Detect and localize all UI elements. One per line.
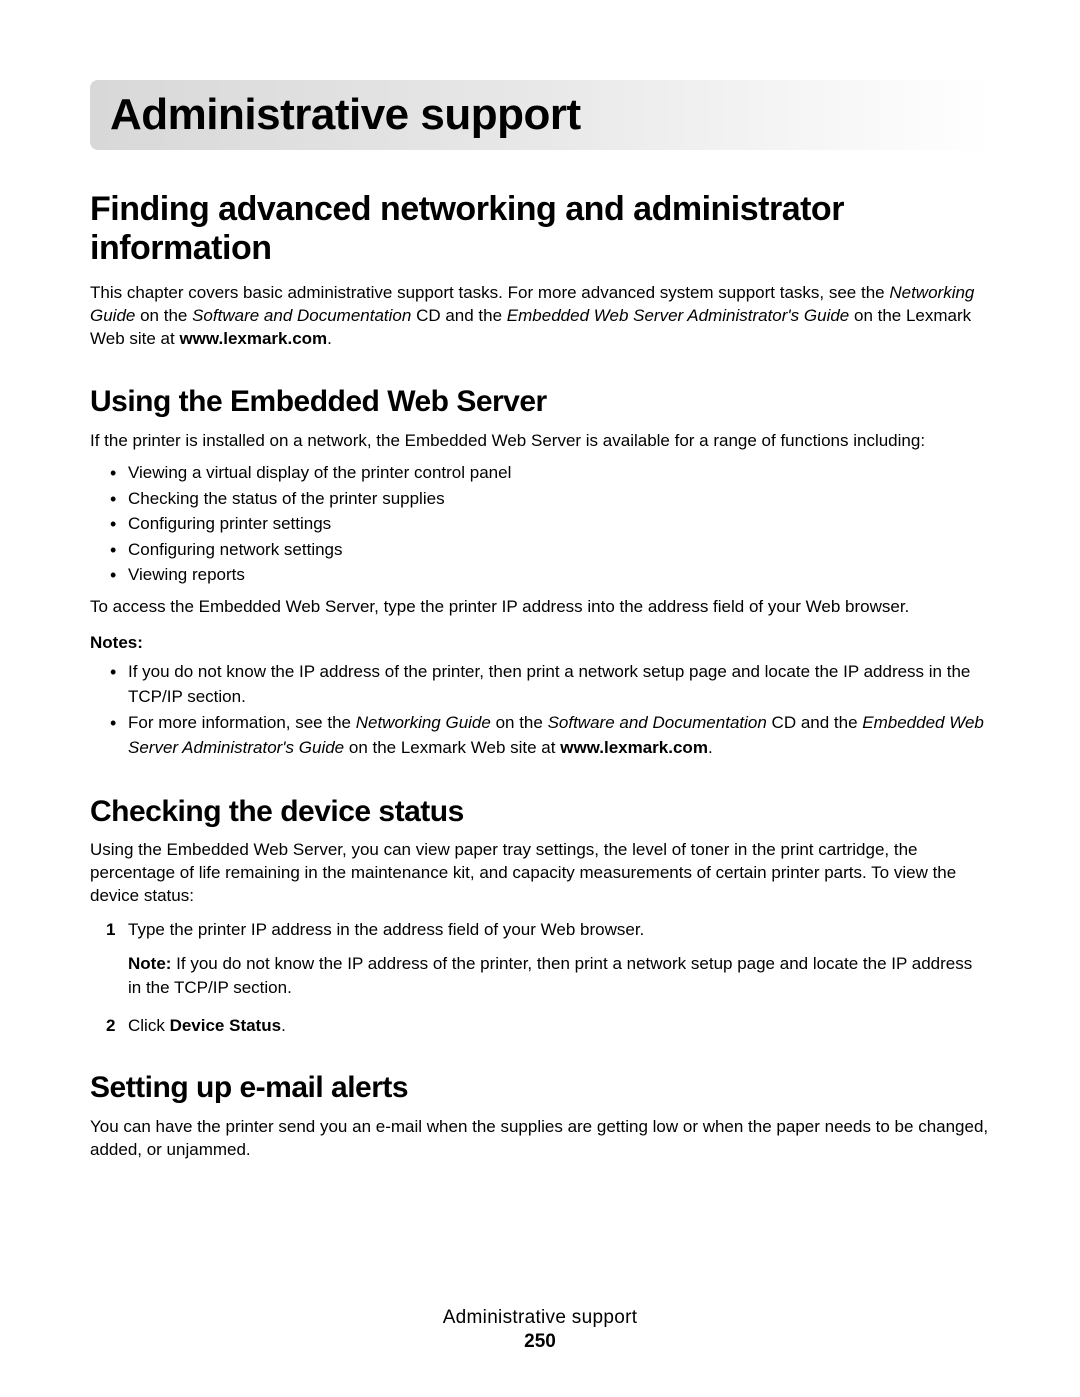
section3-intro: Using the Embedded Web Server, you can v… xyxy=(90,839,990,908)
document-page: Administrative support Finding advanced … xyxy=(0,0,1080,1162)
section2-bullet-list: Viewing a virtual display of the printer… xyxy=(90,460,990,588)
section1-paragraph: This chapter covers basic administrative… xyxy=(90,282,990,351)
step-text: Type the printer IP address in the addre… xyxy=(128,920,644,939)
list-item: Configuring printer settings xyxy=(128,511,990,537)
notes-label: Notes: xyxy=(90,633,990,653)
section3-steps: 1 Type the printer IP address in the add… xyxy=(90,918,990,1037)
list-item: Viewing a virtual display of the printer… xyxy=(128,460,990,486)
text-bold: Device Status xyxy=(170,1016,282,1035)
section2-after-bullets: To access the Embedded Web Server, type … xyxy=(90,596,990,619)
step-number: 1 xyxy=(106,918,115,942)
step-note: Note: If you do not know the IP address … xyxy=(128,952,990,1000)
text-bold-url: www.lexmark.com xyxy=(560,738,708,757)
text: Click xyxy=(128,1016,170,1035)
footer-page-number: 250 xyxy=(0,1331,1080,1353)
section2-intro: If the printer is installed on a network… xyxy=(90,430,990,453)
step-number: 2 xyxy=(106,1014,115,1038)
footer-title: Administrative support xyxy=(0,1307,1080,1329)
list-item: Configuring network settings xyxy=(128,537,990,563)
section4-intro: You can have the printer send you an e-m… xyxy=(90,1116,990,1162)
section-heading-checking-status: Checking the device status xyxy=(90,795,990,830)
text-bold-url: www.lexmark.com xyxy=(179,329,327,348)
text: on the Lexmark Web site at xyxy=(344,738,560,757)
section-heading-finding: Finding advanced networking and administ… xyxy=(90,190,990,268)
text: on the xyxy=(135,306,192,325)
note-text: If you do not know the IP address of the… xyxy=(128,954,972,997)
text: . xyxy=(327,329,332,348)
text: CD and the xyxy=(411,306,506,325)
section-heading-email-alerts: Setting up e-mail alerts xyxy=(90,1071,990,1106)
chapter-title: Administrative support xyxy=(110,90,970,140)
list-item: Checking the status of the printer suppl… xyxy=(128,486,990,512)
text: For more information, see the xyxy=(128,713,356,732)
text: . xyxy=(281,1016,286,1035)
section2-notes-list: If you do not know the IP address of the… xyxy=(90,659,990,761)
step-item: 1 Type the printer IP address in the add… xyxy=(110,918,990,999)
text-italic: Software and Documentation xyxy=(548,713,767,732)
text-italic: Embedded Web Server Administrator's Guid… xyxy=(507,306,849,325)
page-footer: Administrative support 250 xyxy=(0,1307,1080,1353)
text-italic: Software and Documentation xyxy=(192,306,411,325)
text: . xyxy=(708,738,713,757)
list-item: If you do not know the IP address of the… xyxy=(128,659,990,710)
note-label: Note: xyxy=(128,954,176,973)
text-italic: Networking Guide xyxy=(356,713,491,732)
step-text: Click Device Status. xyxy=(128,1016,286,1035)
list-item: Viewing reports xyxy=(128,562,990,588)
text: on the xyxy=(491,713,548,732)
text: CD and the xyxy=(767,713,862,732)
text: This chapter covers basic administrative… xyxy=(90,283,889,302)
list-item: For more information, see the Networking… xyxy=(128,710,990,761)
section-heading-embedded-web-server: Using the Embedded Web Server xyxy=(90,385,990,420)
step-item: 2 Click Device Status. xyxy=(110,1014,990,1038)
chapter-title-bar: Administrative support xyxy=(90,80,990,150)
